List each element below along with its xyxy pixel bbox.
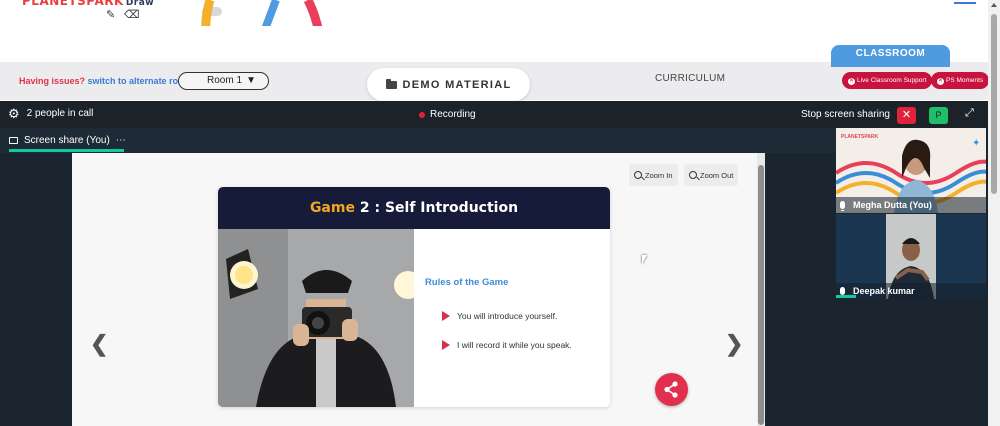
rule-item: You will introduce yourself.: [457, 311, 558, 321]
screen-share-tab-label: Screen share (You): [24, 135, 110, 146]
participant-name: Megha Dutta (You): [853, 200, 932, 210]
zoom-out-label: Zoom Out: [700, 170, 734, 180]
page-scrollbar[interactable]: [988, 0, 1000, 426]
gear-icon[interactable]: ⚙: [8, 107, 20, 120]
speaking-indicator: [836, 295, 856, 298]
planetspark-logo: PLANETSPARK Draw: [22, 0, 154, 8]
people-count: 2 people in call: [26, 108, 94, 119]
issues-label: Having issues?: [19, 76, 86, 86]
stop-sharing-label: Stop screen sharing: [801, 109, 890, 120]
menu-icon[interactable]: [954, 2, 976, 4]
recording-indicator: Recording: [419, 109, 476, 120]
scroll-up-icon[interactable]: [991, 3, 997, 7]
slide-title-game: Game: [309, 200, 355, 216]
svg-text:PLANETSPARK: PLANETSPARK: [841, 134, 879, 140]
zoom-in-icon: [634, 171, 642, 179]
video-tile[interactable]: PLANETSPARK ✦ Megha Dutta (You): [836, 128, 986, 213]
live-support-button[interactable]: ✕ Live Classroom Support: [842, 72, 933, 89]
share-icon: [664, 381, 678, 398]
record-dot-icon: [419, 111, 425, 118]
slide-title: Game 2 : Self Introduction: [218, 187, 610, 229]
scrollbar-thumb[interactable]: [991, 14, 997, 194]
top-header: PLANETSPARK Draw ✎ ⌫: [0, 0, 988, 26]
participant-name: Deepak kumar: [853, 286, 915, 296]
zoom-in-label: Zoom In: [645, 170, 673, 180]
room-select-value: Room 1: [207, 75, 243, 86]
tile-label: Megha Dutta (You): [840, 200, 932, 211]
rule-bullet-icon: [442, 311, 450, 321]
slide-card: Game 2 : Self Introduction Rules of the …: [218, 187, 610, 407]
ps-moments-button[interactable]: ✕ PS Moments: [931, 72, 990, 89]
rules-title: Rules of the Game: [425, 277, 509, 288]
caret-down-icon: ▼: [246, 75, 256, 86]
slide-title-rest: : Self Introduction: [374, 200, 519, 216]
folder-icon: [385, 78, 397, 89]
close-circle-icon: ✕: [848, 78, 855, 85]
live-support-label: Live Classroom Support: [857, 77, 927, 84]
svg-text:✦: ✦: [972, 138, 980, 149]
slide-title-number: 2: [359, 200, 370, 216]
classroom-tab[interactable]: CLASSROOM: [831, 45, 950, 67]
zoom-out-button[interactable]: Zoom Out: [684, 164, 739, 186]
pencil-icon[interactable]: ✎: [106, 8, 115, 21]
more-icon[interactable]: ⋯: [116, 135, 126, 146]
rule-item: I will record it while you speak.: [457, 340, 572, 350]
video-tile[interactable]: Deepak kumar: [836, 214, 986, 299]
photographer-image: [218, 229, 414, 407]
microphone-icon[interactable]: [840, 287, 845, 297]
share-tabbar: Screen share (You) ⋯: [0, 128, 836, 153]
ps-moments-label: PS Moments: [946, 77, 984, 84]
expand-icon[interactable]: ⤢: [965, 107, 974, 120]
next-slide-icon[interactable]: ❯: [725, 331, 743, 357]
viewer-scrollbar-thumb[interactable]: [758, 165, 764, 425]
eraser-icon[interactable]: ⌫: [124, 8, 140, 21]
active-tab-indicator: [9, 149, 124, 152]
rule-bullet-icon: [442, 340, 450, 350]
call-bar: ⚙ 2 people in call Recording Stop screen…: [0, 101, 988, 128]
prev-slide-icon[interactable]: ❮: [90, 331, 108, 357]
mouse-cursor-icon: [642, 255, 647, 264]
screen-share-tab[interactable]: Screen share (You) ⋯: [9, 135, 126, 146]
curriculum-tab[interactable]: CURRICULUM: [655, 73, 725, 84]
switch-room-link[interactable]: switch to alternate room: [88, 76, 192, 86]
stop-sharing-button[interactable]: ✕: [897, 107, 916, 124]
recording-label: Recording: [430, 109, 476, 120]
zoom-in-button[interactable]: Zoom In: [629, 164, 678, 186]
share-button[interactable]: [655, 373, 688, 406]
logo-text: PLANETSPARK: [22, 0, 124, 8]
microphone-icon[interactable]: [840, 201, 845, 211]
issues-text: Having issues? switch to alternate room: [19, 76, 192, 86]
demo-material-label: DEMO MATERIAL: [402, 78, 512, 91]
logo-sub-text: Draw: [125, 0, 155, 8]
close-circle-icon: ✕: [937, 78, 944, 85]
zoom-out-icon: [689, 171, 697, 179]
room-select[interactable]: Room 1 ▼: [178, 72, 269, 90]
monitor-icon: [9, 137, 18, 144]
demo-material-button[interactable]: DEMO MATERIAL: [367, 68, 530, 101]
participant-badge[interactable]: P: [929, 107, 948, 124]
viewer-scrollbar[interactable]: [757, 153, 765, 426]
